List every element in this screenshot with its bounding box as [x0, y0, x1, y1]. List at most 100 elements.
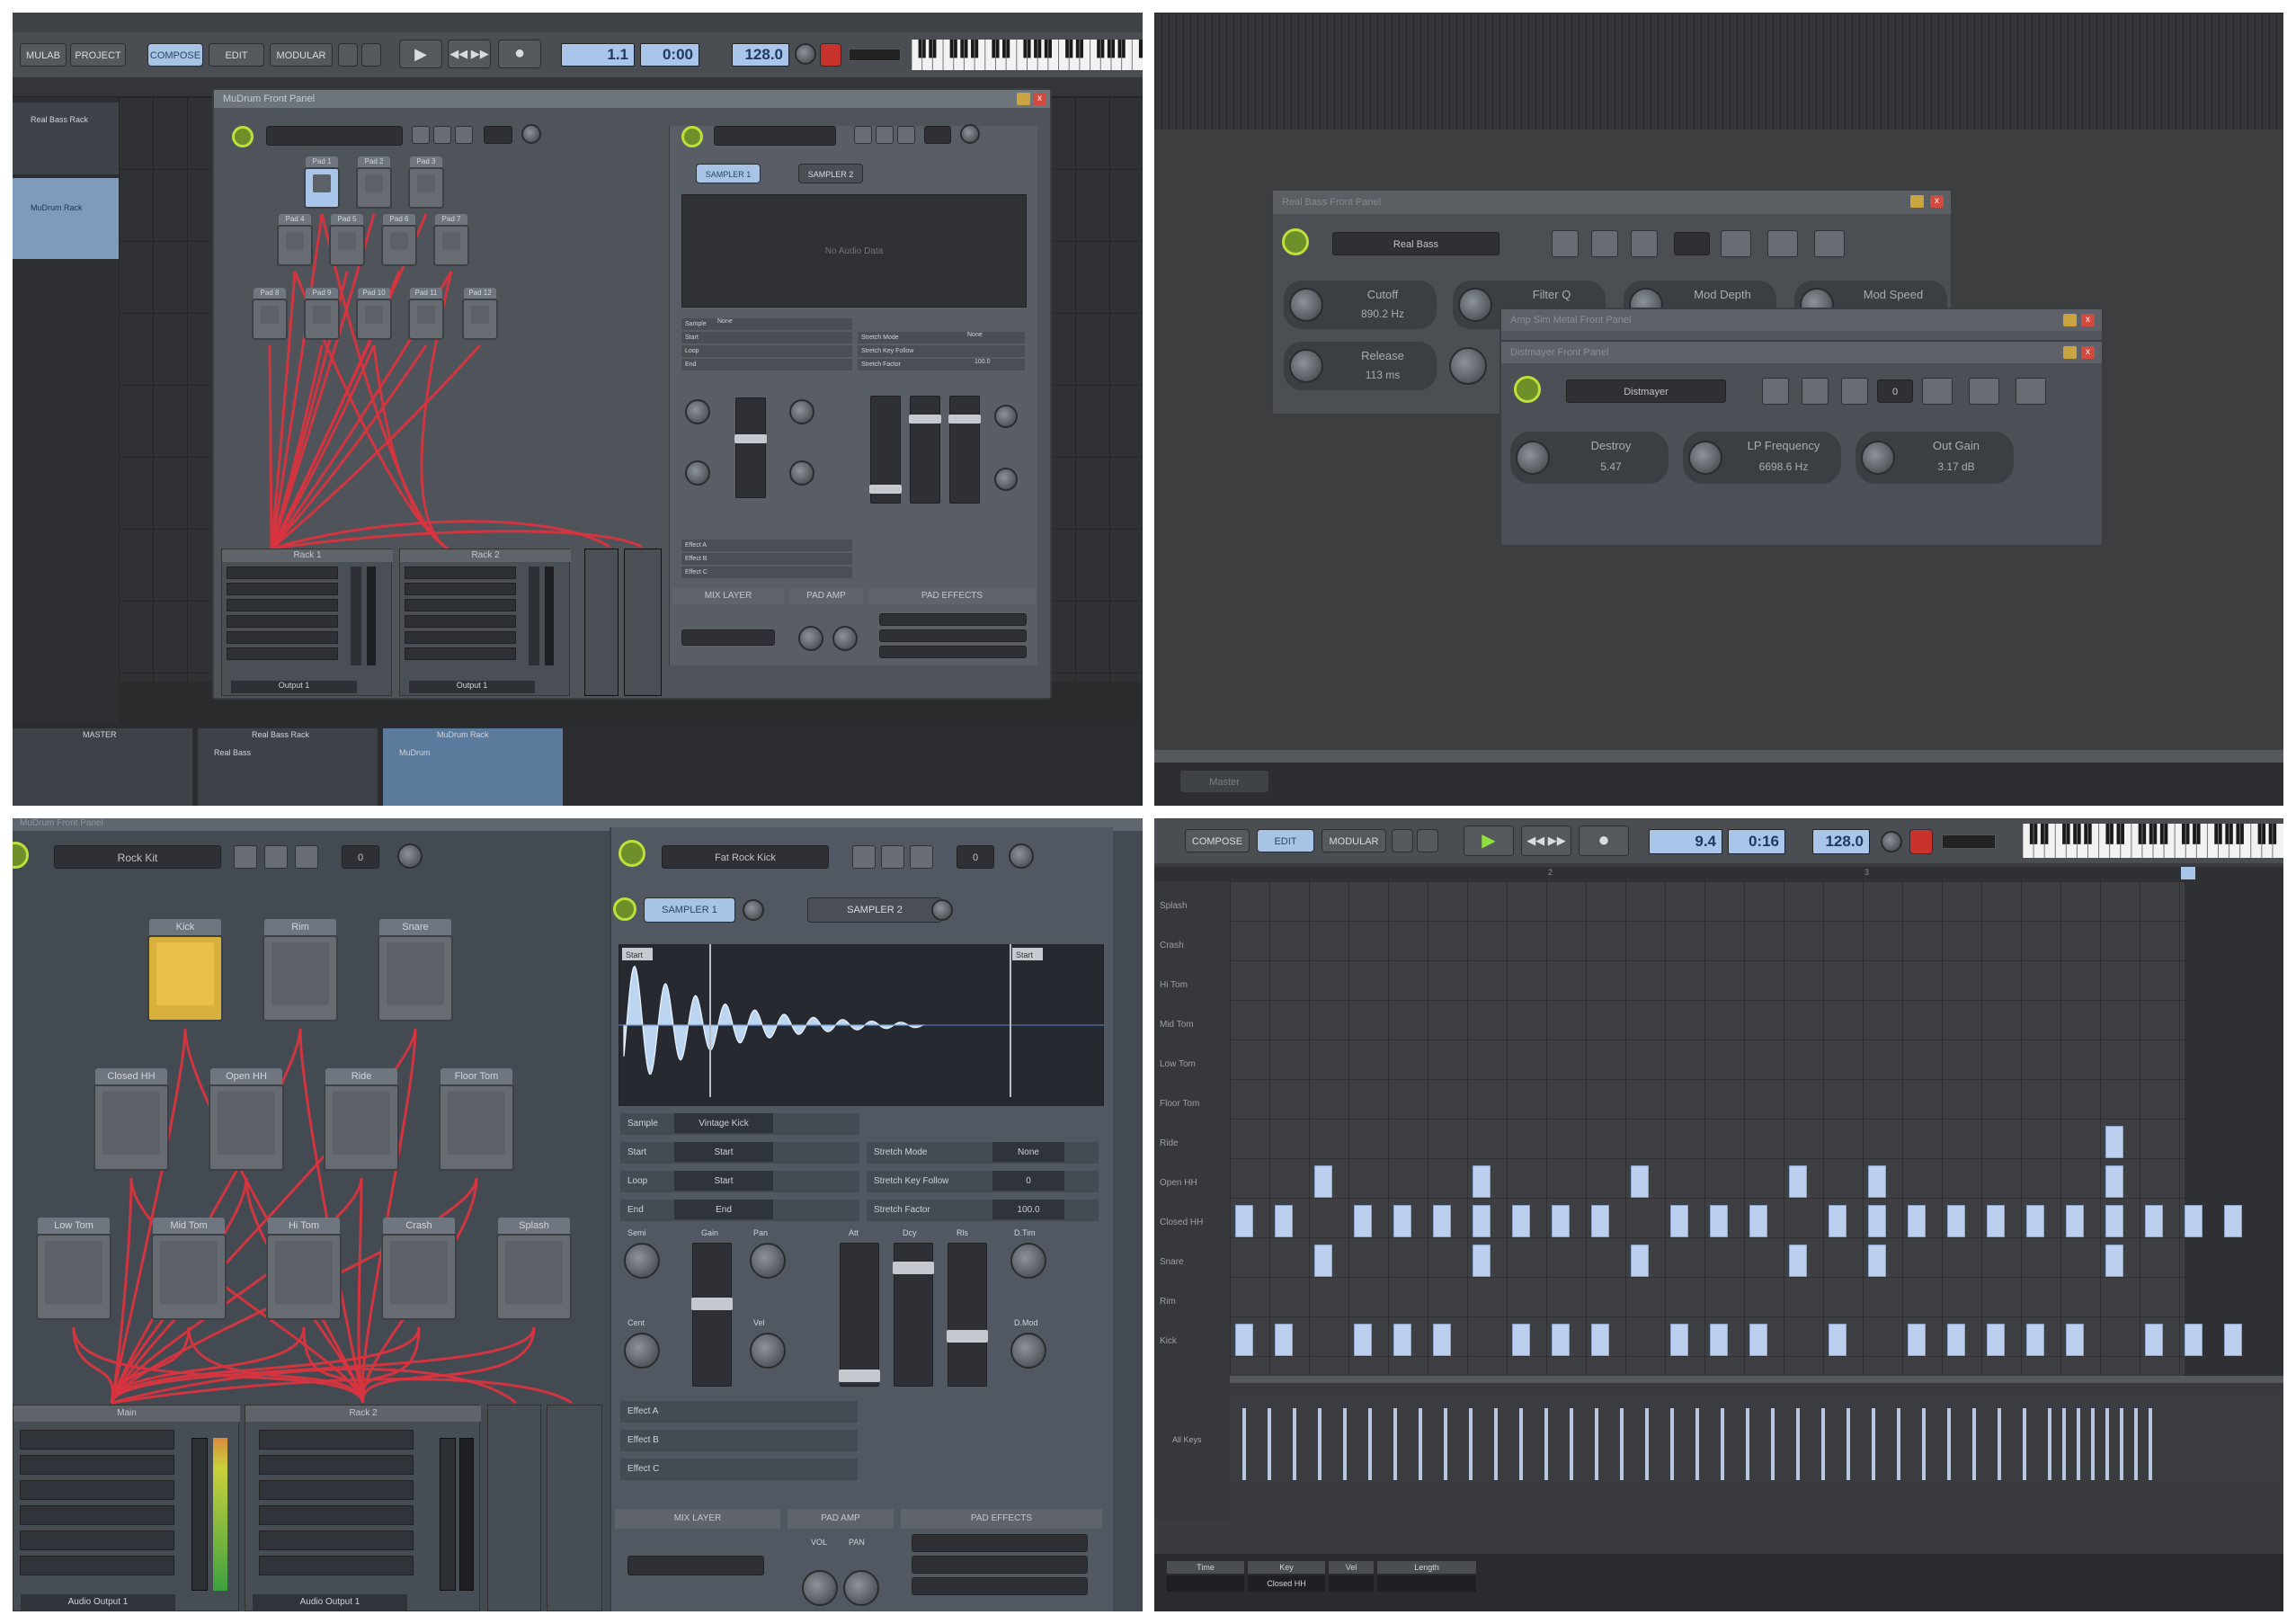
midi-note[interactable]: [1829, 1324, 1847, 1356]
key-row-label[interactable]: Snare: [1154, 1257, 1224, 1267]
param-knob[interactable]: [1516, 441, 1550, 475]
settings-sliders-icon[interactable]: [1721, 230, 1751, 257]
sampler-row[interactable]: Sample: [681, 318, 852, 330]
pad-effect-slot[interactable]: [879, 613, 1027, 626]
sampler-row[interactable]: Sample Vintage Kick: [620, 1113, 859, 1135]
velocity-bar[interactable]: [1645, 1408, 1649, 1480]
midi-note[interactable]: [1749, 1205, 1767, 1237]
velocity-bar[interactable]: [1746, 1408, 1749, 1480]
pan-knob[interactable]: [832, 626, 858, 651]
effect-slot[interactable]: Effect B: [681, 553, 852, 565]
slider-cap[interactable]: [691, 1298, 733, 1310]
rack-slot[interactable]: [20, 1505, 174, 1525]
load-icon[interactable]: [854, 126, 872, 144]
key-row-label[interactable]: Closed HH: [1154, 1218, 1224, 1227]
rack-slot[interactable]: [405, 615, 516, 628]
pad-effect-slot[interactable]: [912, 1534, 1088, 1552]
midi-note[interactable]: [1947, 1324, 1965, 1356]
row-value[interactable]: 0: [992, 1171, 1064, 1191]
midi-note[interactable]: [1868, 1205, 1886, 1237]
rewind-icon[interactable]: ◀◀ ▶▶: [1521, 825, 1571, 856]
timeline-ruler[interactable]: 2 3: [1154, 867, 2283, 881]
load-icon[interactable]: [852, 845, 876, 869]
modular-button[interactable]: MODULAR: [1322, 829, 1386, 852]
master-tab[interactable]: Master: [1179, 770, 1269, 793]
row-value[interactable]: None: [992, 1142, 1064, 1162]
row-value[interactable]: Start: [674, 1171, 773, 1191]
pan-knob[interactable]: [843, 1570, 879, 1606]
key-row-label[interactable]: Crash: [1154, 941, 1224, 950]
rack-slot[interactable]: [227, 567, 338, 579]
save-icon[interactable]: [881, 845, 904, 869]
rack-slot[interactable]: [259, 1455, 414, 1475]
midi-note[interactable]: [1393, 1324, 1411, 1356]
midi-note[interactable]: [1868, 1165, 1886, 1198]
loop-end-marker[interactable]: [2181, 867, 2195, 879]
preset-selector[interactable]: Real Bass: [1332, 232, 1500, 255]
panel-titlebar[interactable]: Amp Sim Metal Front Panel: [1501, 309, 2102, 331]
sampler-row[interactable]: Stretch Key Follow 0: [867, 1171, 1099, 1192]
velocity-bar[interactable]: [2062, 1408, 2066, 1480]
strip-item[interactable]: Real Bass: [214, 748, 251, 757]
velocity-bar[interactable]: [1847, 1408, 1850, 1480]
velocity-bar[interactable]: [1519, 1408, 1523, 1480]
compose-button[interactable]: COMPOSE: [1185, 829, 1250, 852]
piano-keyboard[interactable]: [912, 40, 1143, 70]
drum-pad[interactable]: Hi Tom: [266, 1218, 342, 1320]
drum-pad[interactable]: Pad 5: [329, 214, 365, 266]
key-row-label[interactable]: Low Tom: [1154, 1059, 1224, 1069]
rack-slot[interactable]: [20, 1530, 174, 1550]
midi-note[interactable]: [1473, 1205, 1491, 1237]
view-toggle-button[interactable]: [1392, 829, 1413, 852]
midi-note[interactable]: [1908, 1324, 1926, 1356]
sampler-row[interactable]: End End: [620, 1200, 859, 1221]
minimize-icon[interactable]: [2063, 346, 2077, 359]
velocity-bar[interactable]: [1998, 1408, 2001, 1480]
power-icon[interactable]: [1514, 376, 1541, 403]
midi-note[interactable]: [1947, 1205, 1965, 1237]
start-marker[interactable]: Start: [626, 950, 644, 959]
midi-note[interactable]: [2105, 1245, 2123, 1277]
close-icon[interactable]: x: [1930, 195, 1944, 208]
vel-knob[interactable]: [789, 460, 814, 486]
envelope-slider[interactable]: [893, 1243, 934, 1387]
velocity-bar[interactable]: [1469, 1408, 1473, 1480]
drum-pad[interactable]: Pad 9: [304, 288, 340, 340]
rack-fader[interactable]: [529, 567, 539, 665]
fader-track[interactable]: [191, 1438, 208, 1591]
drum-pad[interactable]: Pad 3: [408, 156, 444, 209]
midi-note[interactable]: [1552, 1324, 1570, 1356]
rack-slot[interactable]: [405, 567, 516, 579]
midi-note[interactable]: [1512, 1324, 1530, 1356]
info-value[interactable]: [1377, 1575, 1476, 1592]
stop-record-button[interactable]: [1909, 829, 1933, 854]
play-icon[interactable]: ▶: [1464, 825, 1514, 856]
pad-effect-slot[interactable]: [879, 629, 1027, 642]
attack-slider[interactable]: [869, 396, 902, 504]
param-knob[interactable]: [1289, 349, 1323, 383]
rack-slot[interactable]: [20, 1430, 174, 1450]
sampler-knob[interactable]: [624, 1243, 660, 1279]
velocity-bar[interactable]: [1796, 1408, 1800, 1480]
key-row-label[interactable]: Splash: [1154, 901, 1224, 911]
drum-pad[interactable]: Mid Tom: [151, 1218, 227, 1320]
rack-slot[interactable]: [405, 599, 516, 611]
vol-knob[interactable]: [798, 626, 823, 651]
close-icon[interactable]: x: [1033, 93, 1046, 105]
panel-titlebar[interactable]: Distmayer Front Panel: [1501, 342, 2102, 363]
midi-note[interactable]: [2066, 1324, 2084, 1356]
midi-note[interactable]: [1987, 1324, 2005, 1356]
param-box[interactable]: Destroy 5.47: [1510, 432, 1669, 484]
midi-note[interactable]: [1987, 1205, 2005, 1237]
velocity-bar[interactable]: [1343, 1408, 1347, 1480]
project-button[interactable]: PROJECT: [70, 43, 126, 67]
velocity-bar[interactable]: [1570, 1408, 1573, 1480]
save-icon[interactable]: [1802, 378, 1829, 405]
pad-effect-slot[interactable]: [912, 1577, 1088, 1595]
tab-sampler-2[interactable]: SAMPLER 2: [807, 897, 942, 923]
midi-note[interactable]: [2185, 1324, 2203, 1356]
gear-icon[interactable]: [2016, 378, 2046, 405]
rack-slot[interactable]: [259, 1505, 414, 1525]
velocity-bar[interactable]: [1897, 1408, 1900, 1480]
midi-note[interactable]: [1473, 1245, 1491, 1277]
